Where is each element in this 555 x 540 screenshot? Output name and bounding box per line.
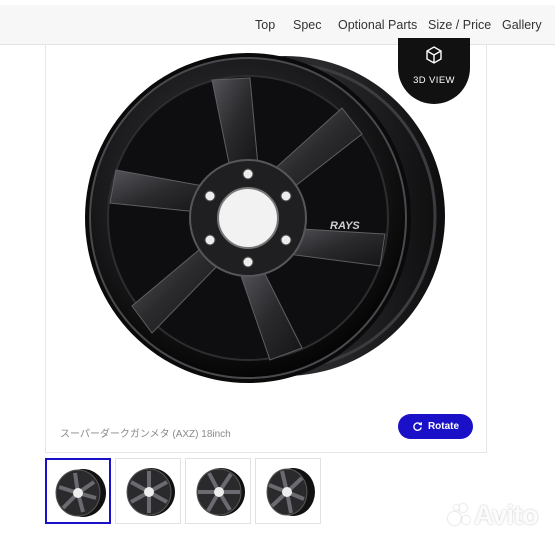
rotate-icon: [413, 422, 422, 431]
thumbnail-2[interactable]: [115, 458, 181, 524]
nav-item-optional-parts[interactable]: Optional Parts: [338, 18, 417, 32]
nav-item-gallery[interactable]: Gallery: [502, 18, 542, 32]
color-size-caption: スーパーダークガンメタ (AXZ) 18inch: [60, 429, 231, 440]
wheel-thumbnail-image: [266, 468, 315, 516]
thumbnail-3[interactable]: [185, 458, 251, 524]
rotate-label: Rotate: [427, 421, 460, 432]
nav-item-spec[interactable]: Spec: [293, 18, 322, 32]
avito-logo-icon: [448, 504, 470, 526]
nav-item-size-price[interactable]: Size / Price: [428, 18, 491, 32]
cube-icon: [426, 46, 442, 64]
nav-item-top[interactable]: Top: [255, 18, 275, 32]
3d-view-label: 3D VIEW: [413, 75, 455, 86]
wheel-thumbnail-image: [126, 468, 175, 516]
wheel-thumbnail-image: [55, 469, 106, 517]
thumbnail-1[interactable]: [45, 458, 111, 524]
brand-mark: RAYS: [330, 220, 360, 232]
avito-watermark: Avito: [448, 497, 548, 533]
avito-watermark-text: Avito: [474, 499, 539, 530]
top-navigation: Top Spec Optional Parts Size / Price Gal…: [0, 5, 555, 45]
rotate-button[interactable]: Rotate: [398, 414, 473, 439]
wheel-thumbnail-image: [196, 468, 245, 516]
thumbnail-4[interactable]: [255, 458, 321, 524]
wheel-main-image[interactable]: RAYS: [80, 48, 452, 388]
